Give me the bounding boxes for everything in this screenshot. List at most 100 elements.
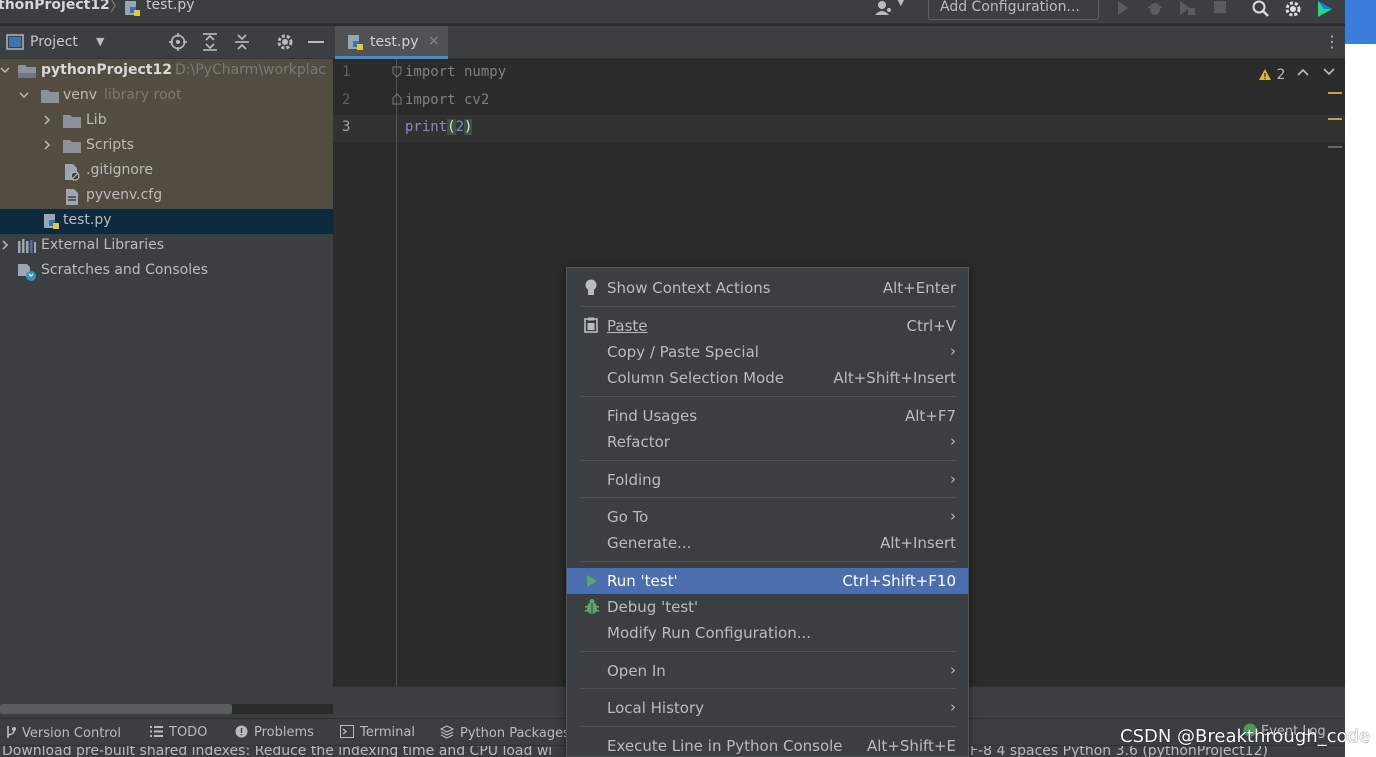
coverage-icon[interactable] <box>1178 0 1196 16</box>
tree-item-pyvenv[interactable]: pyvenv.cfg <box>0 184 333 209</box>
project-view-title[interactable]: Project <box>30 34 78 50</box>
project-tree: pythonProject12 D:\PyCharm\workplac venv… <box>0 59 333 704</box>
menu-separator <box>581 651 956 652</box>
tree-item-label: pythonProject12 <box>41 62 172 78</box>
python-file-icon <box>124 0 142 18</box>
menu-item-local-history[interactable]: Local History › <box>567 695 968 721</box>
chevron-right-icon[interactable] <box>42 140 52 150</box>
inspection-widget[interactable]: 2 <box>1258 67 1285 83</box>
menu-item-run-test[interactable]: Run 'test' Ctrl+Shift+F10 <box>567 568 968 594</box>
expand-all-icon[interactable] <box>202 33 218 51</box>
fold-icon[interactable] <box>391 66 403 78</box>
clipboard-icon <box>584 317 598 333</box>
tree-item-scripts[interactable]: Scripts <box>0 134 333 159</box>
chevron-right-icon[interactable] <box>0 240 10 250</box>
stop-icon[interactable] <box>1213 0 1227 14</box>
editor-context-menu: Show Context Actions Alt+Enter Paste Ctr… <box>566 267 969 757</box>
chevron-right-icon: › <box>950 661 956 679</box>
tab-label[interactable]: test.py <box>370 34 419 50</box>
chevron-down-icon[interactable] <box>1323 67 1335 77</box>
menu-item-find-usages[interactable]: Find Usages Alt+F7 <box>567 403 968 429</box>
chevron-down-icon[interactable]: ▼ <box>897 0 905 8</box>
line-number: 3 <box>342 119 351 135</box>
menu-item-shortcut: Alt+F7 <box>904 407 956 425</box>
run-icon[interactable] <box>1116 0 1130 16</box>
chevron-right-icon[interactable] <box>42 115 52 125</box>
tree-item-label: Lib <box>86 112 107 128</box>
menu-item-column-selection-mode[interactable]: Column Selection Mode Alt+Shift+Insert <box>567 365 968 391</box>
tool-todo[interactable]: TODO <box>150 725 207 740</box>
menu-item-go-to[interactable]: Go To › <box>567 504 968 530</box>
code-number: 2 <box>455 119 465 135</box>
tree-item-label: pyvenv.cfg <box>86 187 163 203</box>
tree-item-scratches[interactable]: Scratches and Consoles <box>0 259 333 284</box>
menu-item-show-context-actions[interactable]: Show Context Actions Alt+Enter <box>567 275 968 301</box>
menu-item-execute-line[interactable]: Execute Line in Python Console Alt+Shift… <box>567 733 968 757</box>
code-line-2: import cv2 <box>405 92 490 108</box>
search-icon[interactable] <box>1252 0 1270 18</box>
close-icon[interactable]: × <box>428 33 440 49</box>
error-stripe-mark[interactable] <box>1328 146 1342 148</box>
menu-separator <box>581 460 956 461</box>
config-file-icon <box>65 188 79 206</box>
menu-item-modify-run-configuration[interactable]: Modify Run Configuration... <box>567 620 968 646</box>
debug-icon <box>583 598 601 616</box>
hide-icon[interactable] <box>308 41 324 43</box>
watermark: CSDN @Breakthrough_code <box>1120 726 1371 747</box>
menu-item-folding[interactable]: Folding › <box>567 467 968 493</box>
breadcrumb-file[interactable]: test.py <box>146 0 195 13</box>
folder-icon <box>62 113 82 129</box>
menu-item-debug-test[interactable]: Debug 'test' <box>567 594 968 620</box>
add-configuration-button[interactable]: Add Configuration... <box>928 0 1099 20</box>
tool-version-control[interactable]: Version Control <box>5 725 121 741</box>
tool-terminal[interactable]: Terminal <box>340 725 415 740</box>
gear-icon[interactable] <box>1284 0 1302 18</box>
debug-icon[interactable] <box>1146 0 1164 16</box>
tool-problems[interactable]: Problems <box>235 725 314 740</box>
tree-item-project-root[interactable]: pythonProject12 D:\PyCharm\workplac <box>0 59 333 84</box>
menu-separator <box>581 497 956 498</box>
menu-item-generate[interactable]: Generate... Alt+Insert <box>567 530 968 556</box>
current-line-highlight <box>333 115 1345 142</box>
fold-icon[interactable] <box>391 93 403 105</box>
code-paren: ( <box>447 119 456 135</box>
menu-item-refactor[interactable]: Refactor › <box>567 429 968 455</box>
chevron-down-icon[interactable]: ▼ <box>96 35 104 48</box>
chevron-down-icon[interactable] <box>0 65 10 75</box>
tree-item-lib[interactable]: Lib <box>0 109 333 134</box>
error-stripe-mark[interactable] <box>1328 92 1342 94</box>
packages-icon <box>440 725 454 739</box>
menu-item-copy-paste-special[interactable]: Copy / Paste Special › <box>567 339 968 365</box>
tree-item-test-py[interactable]: test.py <box>0 209 333 234</box>
jetbrains-toolbox-icon[interactable] <box>1316 0 1334 18</box>
menu-item-label: Copy / Paste Special <box>607 343 759 361</box>
menu-item-paste[interactable]: Paste Ctrl+V <box>567 313 968 339</box>
tree-item-path: D:\PyCharm\workplac <box>175 62 326 78</box>
menu-item-shortcut: Alt+Enter <box>882 279 956 297</box>
menu-item-open-in[interactable]: Open In › <box>567 658 968 684</box>
chevron-up-icon[interactable] <box>1297 67 1309 77</box>
user-icon[interactable] <box>874 0 894 16</box>
tree-item-venv[interactable]: venv library root <box>0 84 333 109</box>
tree-item-external-libraries[interactable]: External Libraries <box>0 234 333 259</box>
menu-item-label: Go To <box>607 508 649 526</box>
tree-item-label: test.py <box>63 212 112 228</box>
menu-item-label: Debug 'test' <box>607 598 699 616</box>
tool-python-packages[interactable]: Python Packages <box>440 725 570 741</box>
line-number: 1 <box>342 64 351 80</box>
menu-item-label: Paste <box>607 317 648 335</box>
tree-horizontal-scrollbar[interactable] <box>0 704 232 714</box>
more-options-icon[interactable]: ⋮ <box>1324 32 1340 51</box>
menu-separator <box>581 726 956 727</box>
breadcrumb-project[interactable]: thonProject12 <box>0 0 110 13</box>
gear-icon[interactable] <box>276 33 294 51</box>
chevron-down-icon[interactable] <box>19 90 29 100</box>
locate-icon[interactable] <box>169 33 187 51</box>
tree-item-gitignore[interactable]: .gitignore <box>0 159 333 184</box>
collapse-all-icon[interactable] <box>234 33 250 51</box>
error-stripe-mark[interactable] <box>1328 118 1342 120</box>
info-icon <box>235 725 248 738</box>
code-paren: ) <box>464 119 473 135</box>
status-message[interactable]: Download pre-built shared indexes: Reduc… <box>2 746 552 757</box>
navigation-bar: thonProject12 〉 test.py ▼ Add Configurat… <box>0 0 1345 24</box>
